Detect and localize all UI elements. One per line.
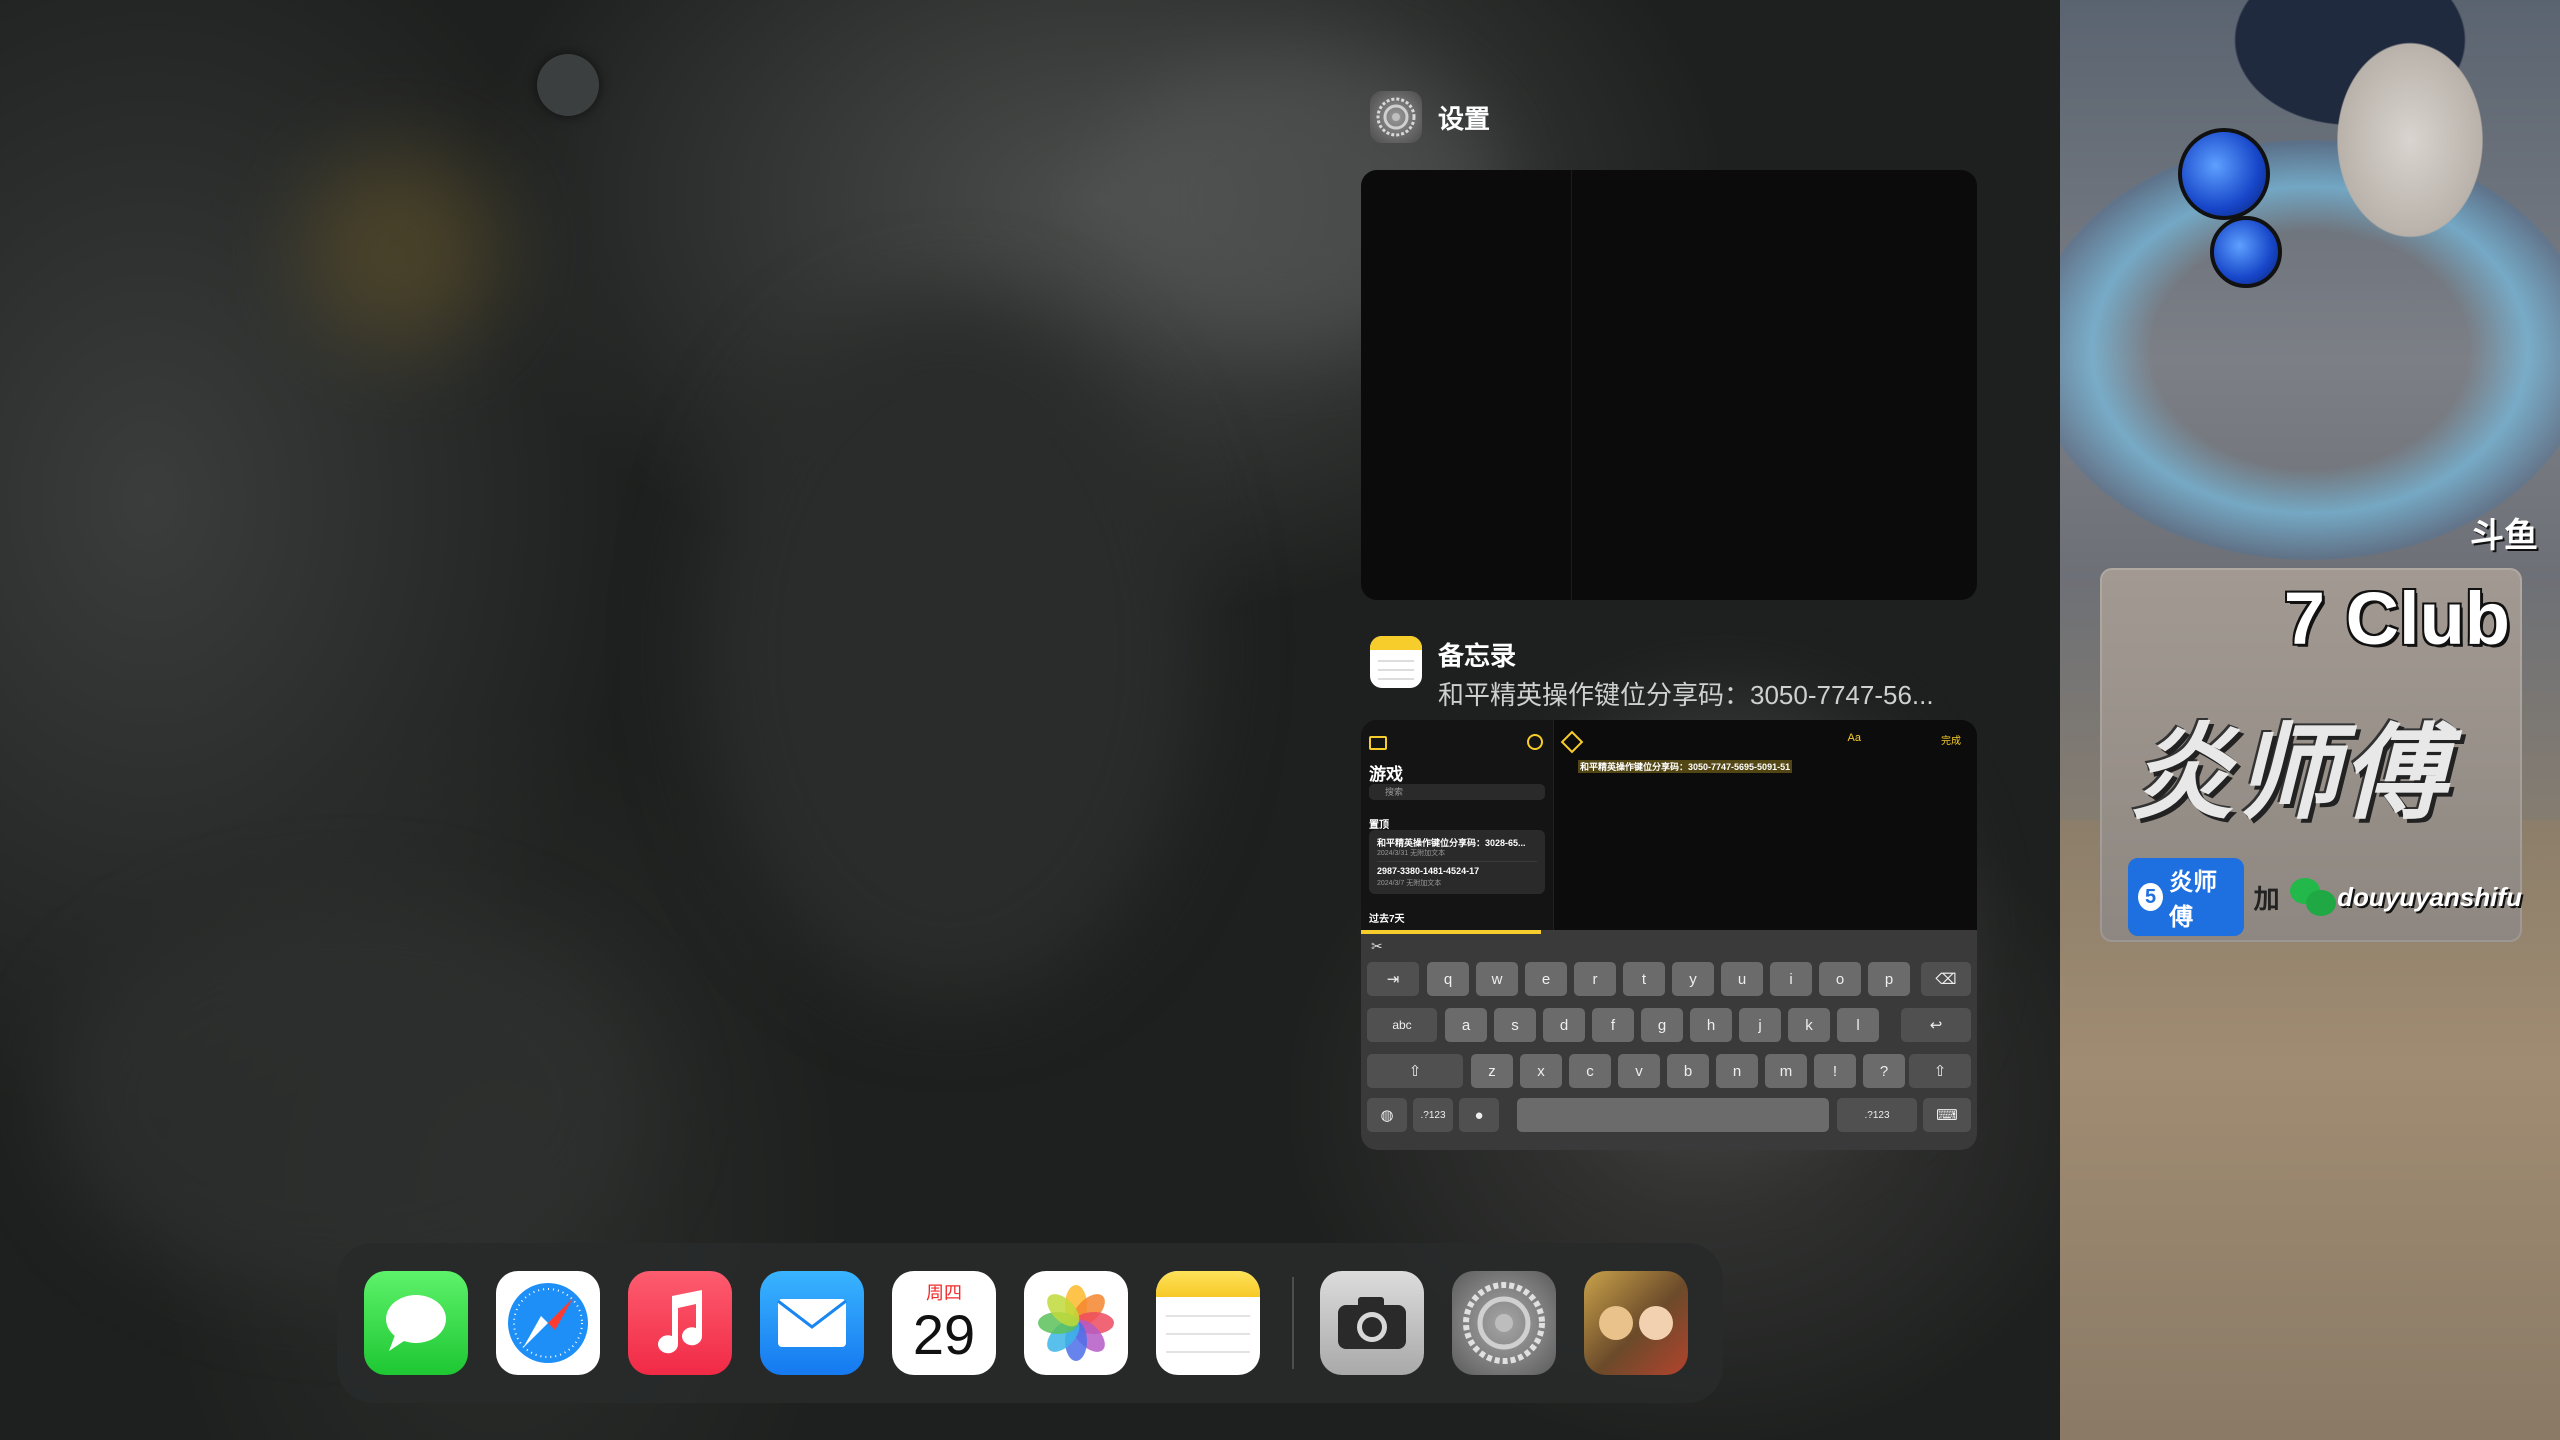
- keyboard-key: l: [1837, 1008, 1879, 1042]
- gear-icon[interactable]: [1452, 1271, 1556, 1375]
- keyboard-key: z: [1471, 1054, 1513, 1088]
- calendar-weekday: 周四: [926, 1283, 962, 1303]
- format-label: Aa: [1847, 732, 1861, 744]
- wechat-handle: douyuyanshifu: [2337, 881, 2522, 912]
- notes-editor: Aa 完成 和平精英操作键位分享码：3050-7747-5695-5091-51: [1554, 720, 1977, 930]
- keyboard-key: q: [1427, 962, 1469, 996]
- section-recent: 过去7天: [1369, 914, 1405, 925]
- notes-sidebar: 游戏 搜索 置顶 和平精英操作键位分享码：3028-65... 2024/3/3…: [1361, 720, 1554, 930]
- keyboard-key: y: [1672, 962, 1714, 996]
- calendar-icon[interactable]: 周四 29: [892, 1271, 996, 1375]
- keyboard-key: b: [1667, 1054, 1709, 1088]
- notes-icon: [1370, 636, 1422, 688]
- settings-card-header[interactable]: 设置: [1370, 91, 1490, 143]
- keyboard-key: c: [1569, 1054, 1611, 1088]
- fan-badge: 5 炎师傅: [2128, 858, 2244, 936]
- notes-app-card[interactable]: 游戏 搜索 置顶 和平精英操作键位分享码：3028-65... 2024/3/3…: [1361, 720, 1977, 1150]
- space-key: [1517, 1098, 1829, 1132]
- keyboard-key: e: [1525, 962, 1567, 996]
- return-key: ↩: [1901, 1008, 1971, 1042]
- keyboard-key: k: [1788, 1008, 1830, 1042]
- dock: 周四 29: [337, 1243, 1723, 1403]
- photos-icon[interactable]: [1024, 1271, 1128, 1375]
- shift-key: ⇧: [1367, 1054, 1463, 1088]
- note-title: 2987-3380-1481-4524-17: [1377, 866, 1480, 876]
- notes-card-header[interactable]: 备忘录 和平精英操作键位分享码：3050-7747-56...: [1370, 636, 1934, 712]
- delete-key: ⌫: [1921, 962, 1971, 996]
- club-logo-card: 7 Club 炎师傅 5 炎师傅 加 douyuyanshifu: [2100, 568, 2522, 942]
- settings-app-card[interactable]: [1361, 170, 1977, 600]
- keyboard-key: f: [1592, 1008, 1634, 1042]
- keyboard-key: o: [1819, 962, 1861, 996]
- keyboard-key: n: [1716, 1054, 1758, 1088]
- shift-key: ⇧: [1909, 1054, 1971, 1088]
- sidebar-toggle-icon: [1369, 736, 1387, 750]
- keyboard-key: m: [1765, 1054, 1807, 1088]
- number-key: .?123: [1413, 1098, 1453, 1132]
- keyboard-key: ?: [1863, 1054, 1905, 1088]
- wechat-icon: [2289, 878, 2336, 916]
- club-title: 7 Club: [2283, 577, 2510, 660]
- notes-search-field: 搜索: [1369, 784, 1545, 800]
- keyboard-key: s: [1494, 1008, 1536, 1042]
- douyu-logo: 斗鱼: [2470, 517, 2538, 555]
- keyboard-key: g: [1641, 1008, 1683, 1042]
- keyboard-key: r: [1574, 962, 1616, 996]
- note-meta: 2024/3/7 无附加文本: [1377, 880, 1442, 887]
- assistive-touch-button[interactable]: [537, 54, 599, 116]
- sunglasses-lens: [2178, 128, 2270, 220]
- notes-icon[interactable]: [1156, 1271, 1260, 1375]
- keyboard-key: w: [1476, 962, 1518, 996]
- streamer-name: 炎师傅: [2130, 716, 2449, 832]
- keyboard-key: t: [1623, 962, 1665, 996]
- done-label: 完成: [1941, 736, 1961, 747]
- game-icon[interactable]: [1584, 1271, 1688, 1375]
- notes-app-name: 备忘录: [1438, 641, 1517, 671]
- settings-app-name: 设置: [1438, 103, 1491, 134]
- messages-icon[interactable]: [364, 1271, 468, 1375]
- search-placeholder: 搜索: [1385, 787, 1404, 797]
- cut-icon: ✂: [1371, 938, 1383, 954]
- keyboard-preview: ✂ ⇥ qwertyuiop ⌫ abc ↩ ⇧ ⇧ ◍ .?123 ● .?1…: [1361, 930, 1977, 1150]
- note-meta: 2024/3/31 无附加文本: [1377, 850, 1446, 857]
- mail-icon[interactable]: [760, 1271, 864, 1375]
- music-icon[interactable]: [628, 1271, 732, 1375]
- notes-app-subtitle: 和平精英操作键位分享码：3050-7747-56...: [1438, 680, 1934, 710]
- sunglasses-lens: [2210, 216, 2282, 288]
- abc-key: abc: [1367, 1008, 1437, 1042]
- keyboard-key: p: [1868, 962, 1910, 996]
- keyboard-key: x: [1520, 1054, 1562, 1088]
- keyboard-key: !: [1814, 1054, 1856, 1088]
- camera-icon[interactable]: [1320, 1271, 1424, 1375]
- keyboard-key: a: [1445, 1008, 1487, 1042]
- folder-title: 游戏: [1369, 765, 1403, 784]
- plus-text: 加: [2253, 883, 2280, 914]
- safari-icon[interactable]: [496, 1271, 600, 1375]
- section-pinned: 置顶: [1369, 820, 1389, 831]
- keyboard-key: u: [1721, 962, 1763, 996]
- expand-icon: [1560, 730, 1584, 754]
- calendar-day: 29: [912, 1303, 976, 1366]
- keyboard-key: d: [1543, 1008, 1585, 1042]
- tab-key: ⇥: [1367, 962, 1419, 996]
- keyboard-key: i: [1770, 962, 1812, 996]
- keyboard-key: j: [1739, 1008, 1781, 1042]
- badge-number: 5: [2138, 883, 2164, 911]
- keyboard-key: h: [1690, 1008, 1732, 1042]
- editor-text: 和平精英操作键位分享码：3050-7747-5695-5091-51: [1578, 760, 1793, 773]
- mic-icon: ●: [1459, 1098, 1499, 1132]
- more-icon: [1527, 734, 1543, 750]
- badge-text: 炎师傅: [2169, 869, 2218, 931]
- keyboard-key: v: [1618, 1054, 1660, 1088]
- number-key: .?123: [1837, 1098, 1917, 1132]
- keyboard-dismiss-icon: ⌨: [1923, 1098, 1971, 1132]
- globe-icon: ◍: [1367, 1098, 1407, 1132]
- dock-separator: [1292, 1277, 1294, 1369]
- pinned-notes-list: 和平精英操作键位分享码：3028-65... 2024/3/31 无附加文本 2…: [1369, 830, 1545, 894]
- gear-icon: [1370, 91, 1422, 143]
